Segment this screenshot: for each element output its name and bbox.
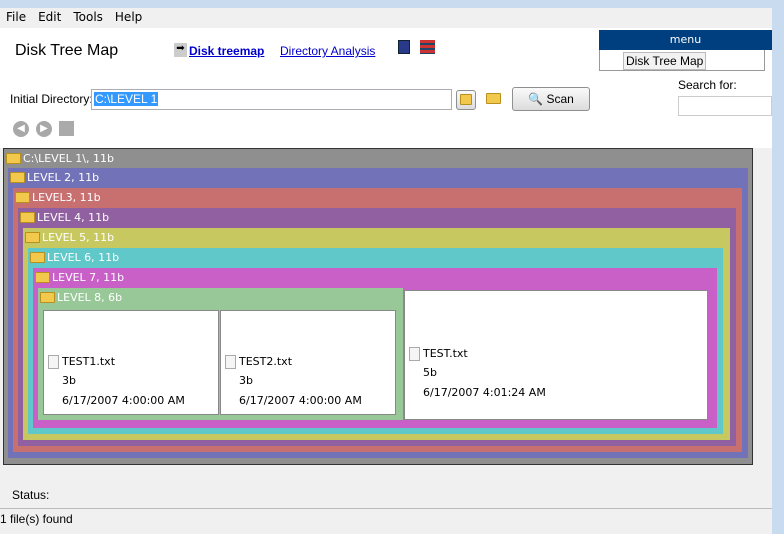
report-icon[interactable] [420, 40, 435, 54]
folder-icon [6, 153, 21, 164]
folder-icon [460, 94, 472, 105]
search-label: Search for: [678, 78, 737, 92]
folder-label: LEVEL 8, 6b [57, 291, 123, 304]
file-size: 3b [62, 374, 76, 387]
tree-item-disk-tree-map[interactable]: Disk Tree Map [623, 52, 707, 70]
folder-icon [486, 93, 501, 104]
file-name: TEST1.txt [62, 355, 116, 368]
folder-icon [15, 192, 30, 203]
initial-directory-input[interactable]: C:\LEVEL 1 [91, 89, 452, 110]
folder-label: LEVEL 2, 11b [27, 171, 100, 184]
folder-icon [25, 232, 40, 243]
file-name: TEST.txt [423, 347, 468, 360]
file-block[interactable]: TEST1.txt 3b 6/17/2007 4:00:00 AM [43, 310, 219, 415]
side-menu-tree: Disk Tree Map [599, 50, 765, 71]
file-size: 5b [423, 366, 437, 379]
tab-directory-analysis[interactable]: Directory Analysis [280, 44, 375, 58]
initial-directory-label: Initial Directory: [10, 92, 93, 106]
file-size: 3b [239, 374, 253, 387]
menu-tools[interactable]: Tools [67, 8, 109, 26]
file-date: 6/17/2007 4:01:24 AM [423, 386, 546, 399]
folder-label: LEVEL3, 11b [32, 191, 101, 204]
back-icon[interactable]: ◀ [13, 121, 29, 137]
menu-edit[interactable]: Edit [32, 8, 67, 26]
file-date: 6/17/2007 4:00:00 AM [62, 394, 185, 407]
tab-disk-treemap[interactable]: Disk treemap [189, 44, 264, 58]
scan-button[interactable]: 🔍 Scan [512, 87, 590, 111]
forward-icon[interactable]: ▶ [36, 121, 52, 137]
folder-icon [20, 212, 35, 223]
folder-label: LEVEL 5, 11b [42, 231, 115, 244]
magnifier-icon: 🔍 [528, 92, 544, 106]
folder-icon [40, 292, 55, 303]
text-file-icon [48, 355, 59, 369]
title-bar [0, 0, 784, 8]
scan-label: Scan [546, 92, 574, 106]
text-file-icon [409, 347, 420, 361]
text-file-icon [225, 355, 236, 369]
menu-file[interactable]: File [0, 8, 32, 26]
search-input[interactable] [678, 96, 772, 116]
open-folder-button[interactable] [484, 91, 504, 109]
status-bar: 1 file(s) found [0, 508, 772, 530]
folder-icon [35, 272, 50, 283]
folder-icon [30, 252, 45, 263]
folder-label: LEVEL 4, 11b [37, 211, 110, 224]
file-name: TEST2.txt [239, 355, 293, 368]
page-title: Disk Tree Map [15, 42, 119, 59]
folder-label: LEVEL 6, 11b [47, 251, 120, 264]
file-block[interactable]: TEST.txt 5b 6/17/2007 4:01:24 AM [404, 290, 708, 420]
file-block[interactable]: TEST2.txt 3b 6/17/2007 4:00:00 AM [220, 310, 396, 415]
folder-label: C:\LEVEL 1\, 11b [23, 152, 114, 165]
up-folder-icon[interactable] [59, 121, 74, 136]
save-icon[interactable] [398, 40, 410, 54]
window-frame [772, 0, 784, 534]
side-menu-header: menu [599, 30, 772, 50]
menu-bar: File Edit Tools Help [0, 8, 772, 28]
status-text: 1 file(s) found [0, 512, 73, 526]
menu-help[interactable]: Help [109, 8, 148, 26]
arrow-right-icon: ➡ [174, 43, 187, 57]
status-label: Status: [12, 488, 50, 502]
file-date: 6/17/2007 4:00:00 AM [239, 394, 362, 407]
folder-label: LEVEL 7, 11b [52, 271, 125, 284]
browse-folder-button[interactable] [456, 90, 476, 110]
directory-value: C:\LEVEL 1 [94, 92, 159, 106]
folder-icon [10, 172, 25, 183]
